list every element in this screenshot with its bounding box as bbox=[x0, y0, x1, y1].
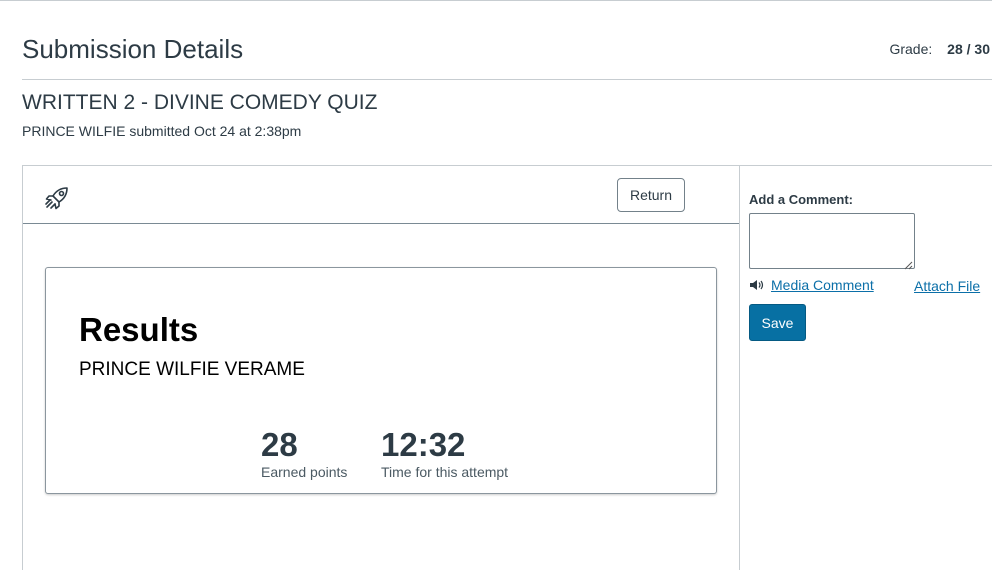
return-button[interactable]: Return bbox=[617, 178, 685, 212]
page-title: Submission Details bbox=[22, 34, 244, 64]
results-card: Results PRINCE WILFIE VERAME 28 Earned p… bbox=[45, 267, 717, 494]
attach-file-link[interactable]: Attach File bbox=[914, 278, 980, 294]
resize-grip-icon[interactable] bbox=[903, 257, 913, 270]
grade-label: Grade: bbox=[889, 41, 933, 57]
results-heading: Results bbox=[79, 311, 199, 348]
attempt-time-stat: 12:32 Time for this attempt bbox=[381, 426, 508, 480]
earned-points-value: 28 bbox=[261, 426, 298, 463]
attempt-time-label: Time for this attempt bbox=[381, 464, 509, 480]
media-comment-link[interactable]: Media Comment bbox=[749, 277, 874, 293]
submitted-timestamp: submitted Oct 24 at 2:38pm bbox=[129, 123, 302, 139]
media-comment-label: Media Comment bbox=[771, 277, 874, 293]
panel-divider bbox=[739, 165, 740, 570]
results-student-name: PRINCE WILFIE VERAME bbox=[79, 359, 305, 380]
student-name-short: PRINCE WILFIE bbox=[22, 123, 126, 139]
grade-display: Grade: 28 / 30 bbox=[889, 41, 990, 57]
rocket-icon bbox=[43, 184, 71, 212]
speaker-icon bbox=[749, 278, 765, 290]
grade-value: 28 / 30 bbox=[947, 41, 990, 57]
attempt-time-value: 12:32 bbox=[381, 426, 466, 463]
earned-points-stat: 28 Earned points bbox=[261, 426, 347, 480]
preview-toolbar: Return bbox=[23, 166, 739, 224]
earned-points-label: Earned points bbox=[261, 464, 348, 480]
comment-panel-top-border bbox=[739, 165, 992, 166]
header-divider bbox=[22, 79, 992, 80]
comment-textarea[interactable] bbox=[749, 213, 915, 269]
assignment-title: WRITTEN 2 - DIVINE COMEDY QUIZ bbox=[22, 91, 378, 114]
save-button[interactable]: Save bbox=[749, 304, 806, 341]
comment-label: Add a Comment: bbox=[749, 192, 853, 207]
submission-preview-frame: Return Results PRINCE WILFIE VERAME 28 E… bbox=[22, 165, 740, 570]
comment-panel: Add a Comment: Media Comment Attach File… bbox=[749, 192, 992, 341]
top-divider bbox=[0, 0, 992, 1]
submission-info: PRINCE WILFIE submitted Oct 24 at 2:38pm bbox=[22, 123, 301, 139]
